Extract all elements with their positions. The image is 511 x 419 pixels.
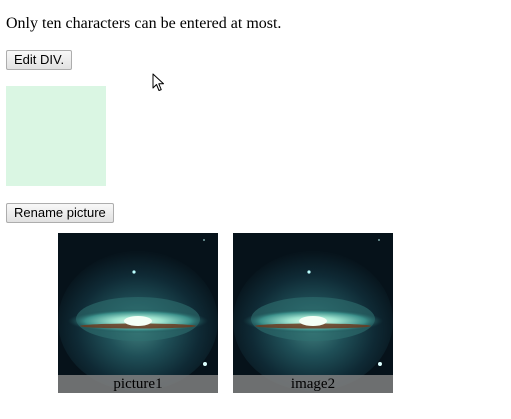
instruction-text: Only ten characters can be entered at mo… bbox=[6, 15, 282, 32]
picture-card-2[interactable]: image2 bbox=[233, 233, 393, 393]
picture-caption-2: image2 bbox=[233, 375, 393, 393]
rename-picture-button[interactable]: Rename picture bbox=[6, 203, 114, 223]
edit-div-button[interactable]: Edit DIV. bbox=[6, 50, 73, 70]
editable-div[interactable] bbox=[6, 86, 106, 186]
picture-caption-1: picture1 bbox=[58, 375, 218, 393]
picture-card-1[interactable]: picture1 bbox=[58, 233, 218, 393]
galaxy-image bbox=[58, 233, 218, 393]
mouse-pointer-icon bbox=[152, 73, 164, 91]
galaxy-image bbox=[233, 233, 393, 393]
